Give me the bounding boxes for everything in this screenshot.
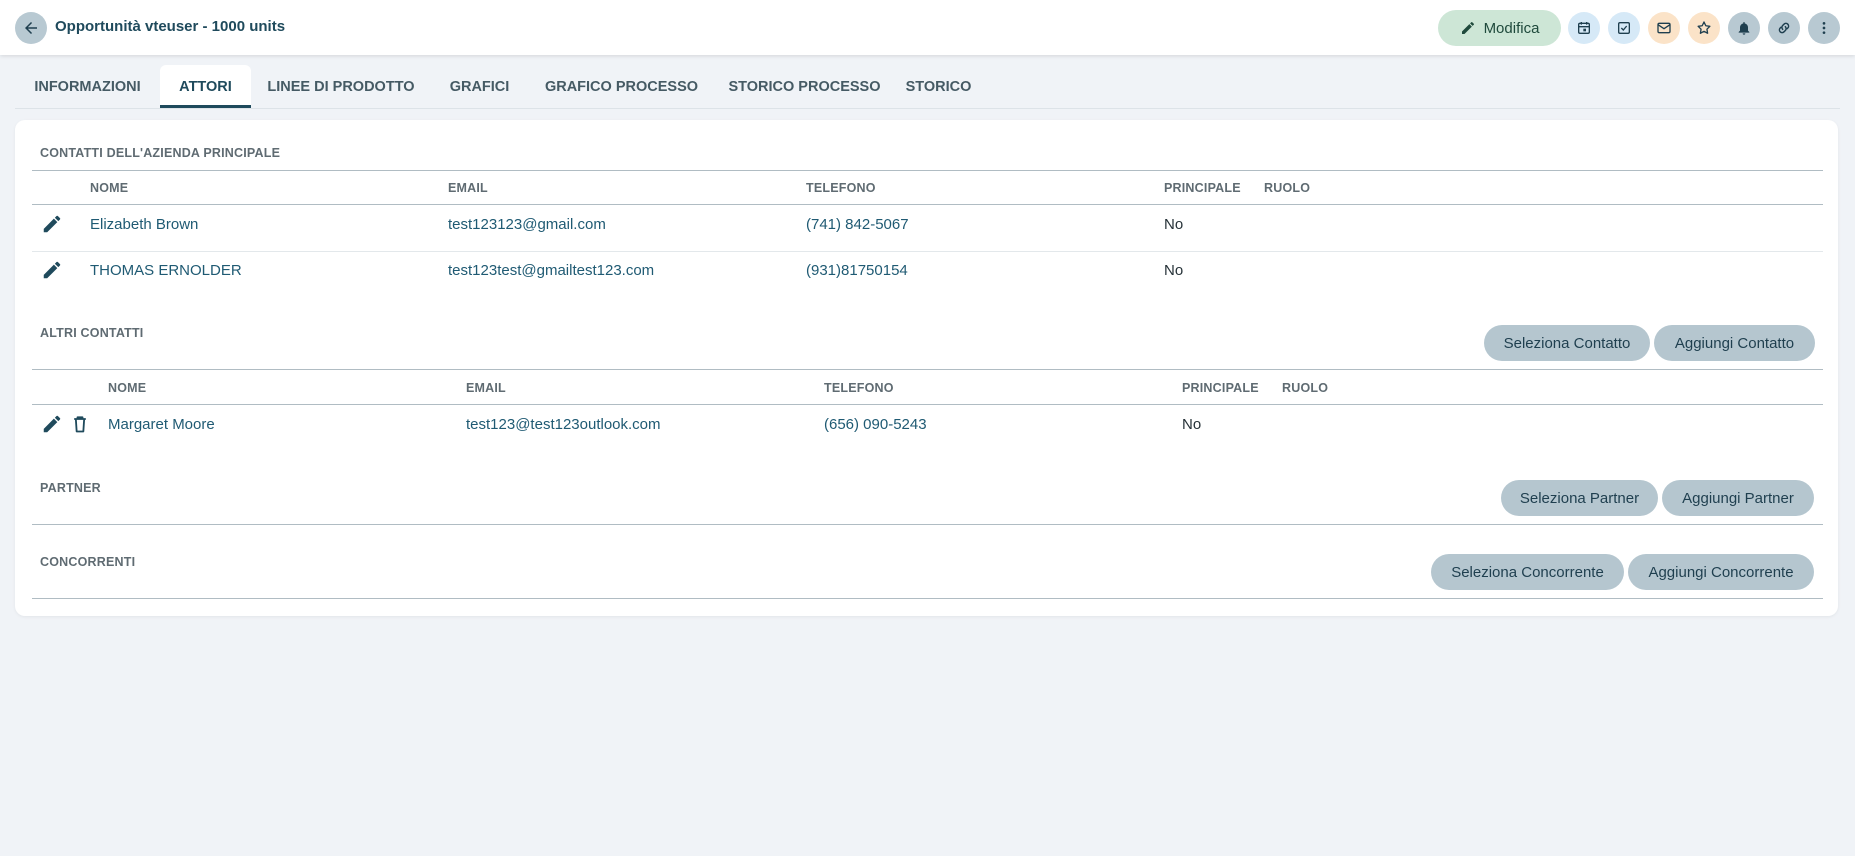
col-header-name: NOME (108, 381, 147, 395)
mail-button[interactable] (1648, 12, 1680, 44)
tab-storico[interactable]: STORICO (894, 65, 983, 108)
calendar-button[interactable] (1568, 12, 1600, 44)
trash-icon (74, 416, 86, 433)
more-vert-icon (1822, 22, 1826, 34)
divider (32, 404, 1823, 405)
contact-primary: No (1164, 262, 1184, 279)
edit-row-button[interactable] (40, 212, 64, 236)
col-header-phone: TELEFONO (824, 381, 894, 395)
select-partner-button[interactable]: Seleziona Partner (1501, 480, 1658, 516)
contact-primary: No (1164, 216, 1184, 233)
edit-button[interactable]: Modifica (1438, 10, 1561, 46)
contact-email[interactable]: test123@test123outlook.com (466, 416, 661, 433)
edit-button-label: Modifica (1483, 19, 1540, 37)
edit-row-button[interactable] (40, 258, 64, 282)
tab-grafico-processo[interactable]: GRAFICO PROCESSO (528, 65, 715, 108)
col-header-role: RUOLO (1282, 381, 1329, 395)
col-header-name: NOME (90, 181, 129, 195)
add-partner-button[interactable]: Aggiungi Partner (1662, 480, 1814, 516)
calendar-icon (1578, 22, 1590, 34)
contact-name[interactable]: Margaret Moore (108, 416, 215, 433)
competitors-title: CONCORRENTI (40, 555, 136, 569)
pencil-icon (43, 415, 61, 433)
col-header-primary: PRINCIPALE (1164, 181, 1241, 195)
star-icon (1697, 21, 1711, 34)
arrow-left-icon (25, 22, 37, 34)
tab-attori[interactable]: ATTORI (160, 65, 251, 108)
contact-name[interactable]: Elizabeth Brown (90, 216, 198, 233)
contact-phone[interactable]: (741) 842-5067 (806, 216, 909, 233)
edit-row-button[interactable] (40, 412, 64, 436)
col-header-phone: TELEFONO (806, 181, 876, 195)
col-header-email: EMAIL (466, 381, 506, 395)
pencil-icon (43, 261, 61, 279)
task-check-icon (1618, 22, 1630, 34)
back-button[interactable] (15, 12, 47, 44)
bell-icon (1738, 22, 1750, 35)
main-contacts-title: CONTATTI DELL'AZIENDA PRINCIPALE (40, 146, 281, 160)
tab-bar: INFORMAZIONI ATTORI LINEE DI PRODOTTO GR… (15, 65, 983, 108)
link-button[interactable] (1768, 12, 1800, 44)
pencil-icon (43, 215, 61, 233)
tab-divider (15, 108, 1840, 109)
tab-informazioni[interactable]: INFORMAZIONI (15, 65, 160, 108)
task-button[interactable] (1608, 12, 1640, 44)
app-header: Opportunità vteuser - 1000 units Modific… (0, 0, 1855, 55)
delete-row-button[interactable] (68, 412, 92, 436)
more-options-button[interactable] (1808, 12, 1840, 44)
actors-panel: CONTATTI DELL'AZIENDA PRINCIPALE NOME EM… (15, 120, 1838, 616)
link-icon (1778, 22, 1790, 34)
pencil-icon (1461, 21, 1474, 34)
select-competitor-button[interactable]: Seleziona Concorrente (1431, 554, 1624, 590)
other-contacts-title: ALTRI CONTATTI (40, 326, 144, 340)
col-header-primary: PRINCIPALE (1182, 381, 1259, 395)
tab-storico-processo[interactable]: STORICO PROCESSO (715, 65, 894, 108)
divider (32, 369, 1823, 370)
contact-primary: No (1182, 416, 1202, 433)
partner-title: PARTNER (40, 481, 101, 495)
select-contact-button[interactable]: Seleziona Contatto (1484, 325, 1650, 361)
tab-grafici[interactable]: GRAFICI (431, 65, 528, 108)
divider (32, 204, 1823, 205)
add-contact-button[interactable]: Aggiungi Contatto (1654, 325, 1815, 361)
contact-phone[interactable]: (931)81750154 (806, 262, 908, 279)
notifications-button[interactable] (1728, 12, 1760, 44)
contact-email[interactable]: test123test@gmailtest123.com (448, 262, 654, 279)
favorite-button[interactable] (1688, 12, 1720, 44)
divider (32, 170, 1823, 171)
row-divider (32, 251, 1823, 252)
mail-icon (1657, 22, 1671, 34)
divider (32, 524, 1823, 525)
divider (32, 598, 1823, 599)
contact-email[interactable]: test123123@gmail.com (448, 216, 606, 233)
col-header-role: RUOLO (1264, 181, 1311, 195)
contact-phone[interactable]: (656) 090-5243 (824, 416, 927, 433)
tab-linee-di-prodotto[interactable]: LINEE DI PRODOTTO (251, 65, 431, 108)
contact-name[interactable]: THOMAS ERNOLDER (90, 262, 242, 279)
col-header-email: EMAIL (448, 181, 488, 195)
page-title: Opportunità vteuser - 1000 units (55, 18, 286, 35)
add-competitor-button[interactable]: Aggiungi Concorrente (1628, 554, 1814, 590)
